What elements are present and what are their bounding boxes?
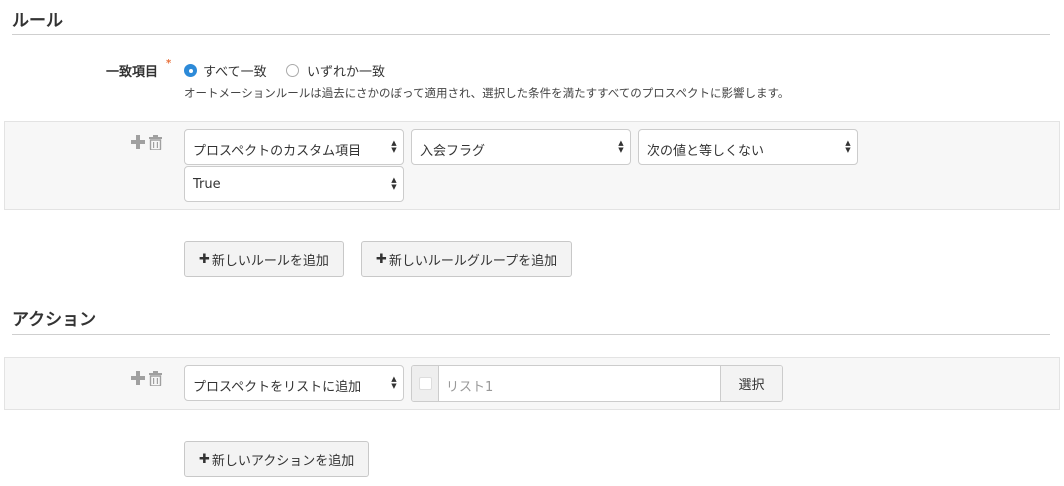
radio-match-any-label[interactable]: いずれか一致 [307, 61, 385, 80]
plus-icon[interactable] [131, 371, 145, 388]
rules-help-text: オートメーションルールは過去にさかのぼって適用され、選択した条件を満たすすべての… [184, 86, 790, 100]
list-checkbox[interactable] [419, 377, 432, 390]
rule-field-value: 入会フラグ [420, 144, 486, 159]
rules-section-title: ルール [12, 11, 63, 31]
list-input[interactable]: リスト1 [446, 376, 493, 395]
rule-field-type-select[interactable]: プロスペクトのカスタム項目 ▲ ▼ [184, 129, 404, 165]
rule-operator-select[interactable]: 次の値と等しくない ▲ ▼ [638, 129, 858, 165]
select-arrows-icon: ▲ ▼ [845, 139, 851, 154]
actions-divider [12, 334, 1050, 335]
list-checkbox-addon [412, 366, 439, 401]
add-rule-label: 新しいルールを追加 [211, 253, 329, 269]
radio-match-any[interactable] [286, 64, 299, 77]
rule-value-value: True [193, 177, 221, 192]
rule-operator-value: 次の値と等しくない [647, 144, 765, 159]
list-picker[interactable]: リスト1 選択 [411, 365, 783, 402]
add-rule-group-label: 新しいルールグループを追加 [388, 253, 558, 269]
rule-field-type-value: プロスペクトのカスタム項目 [193, 144, 362, 159]
add-action-label: 新しいアクションを追加 [211, 453, 355, 469]
match-label: 一致項目 [106, 65, 159, 80]
action-type-value: プロスペクトをリストに追加 [193, 380, 362, 395]
rule-field-select[interactable]: 入会フラグ ▲ ▼ [411, 129, 631, 165]
rule-value-select[interactable]: True ▲ ▼ [184, 166, 404, 202]
rules-divider [12, 34, 1050, 35]
select-arrows-icon: ▲ ▼ [391, 139, 397, 154]
plus-icon: ✚ [376, 251, 387, 267]
select-list-button[interactable]: 選択 [720, 366, 782, 401]
add-rule-button[interactable]: ✚ 新しいルールを追加 [184, 241, 344, 277]
trash-icon[interactable] [149, 371, 162, 387]
trash-icon[interactable] [149, 135, 162, 151]
plus-icon: ✚ [199, 251, 210, 267]
select-arrows-icon: ▲ ▼ [391, 176, 397, 191]
plus-icon: ✚ [199, 451, 210, 467]
actions-section-title: アクション [12, 310, 97, 330]
plus-icon[interactable] [131, 135, 145, 152]
select-arrows-icon: ▲ ▼ [618, 139, 624, 154]
select-arrows-icon: ▲ ▼ [391, 375, 397, 390]
add-rule-group-button[interactable]: ✚ 新しいルールグループを追加 [361, 241, 573, 277]
add-action-button[interactable]: ✚ 新しいアクションを追加 [184, 441, 370, 477]
action-type-select[interactable]: プロスペクトをリストに追加 ▲ ▼ [184, 365, 404, 401]
required-mark: * [166, 58, 172, 69]
radio-match-all[interactable] [184, 64, 197, 77]
radio-match-all-label[interactable]: すべて一致 [203, 61, 267, 80]
